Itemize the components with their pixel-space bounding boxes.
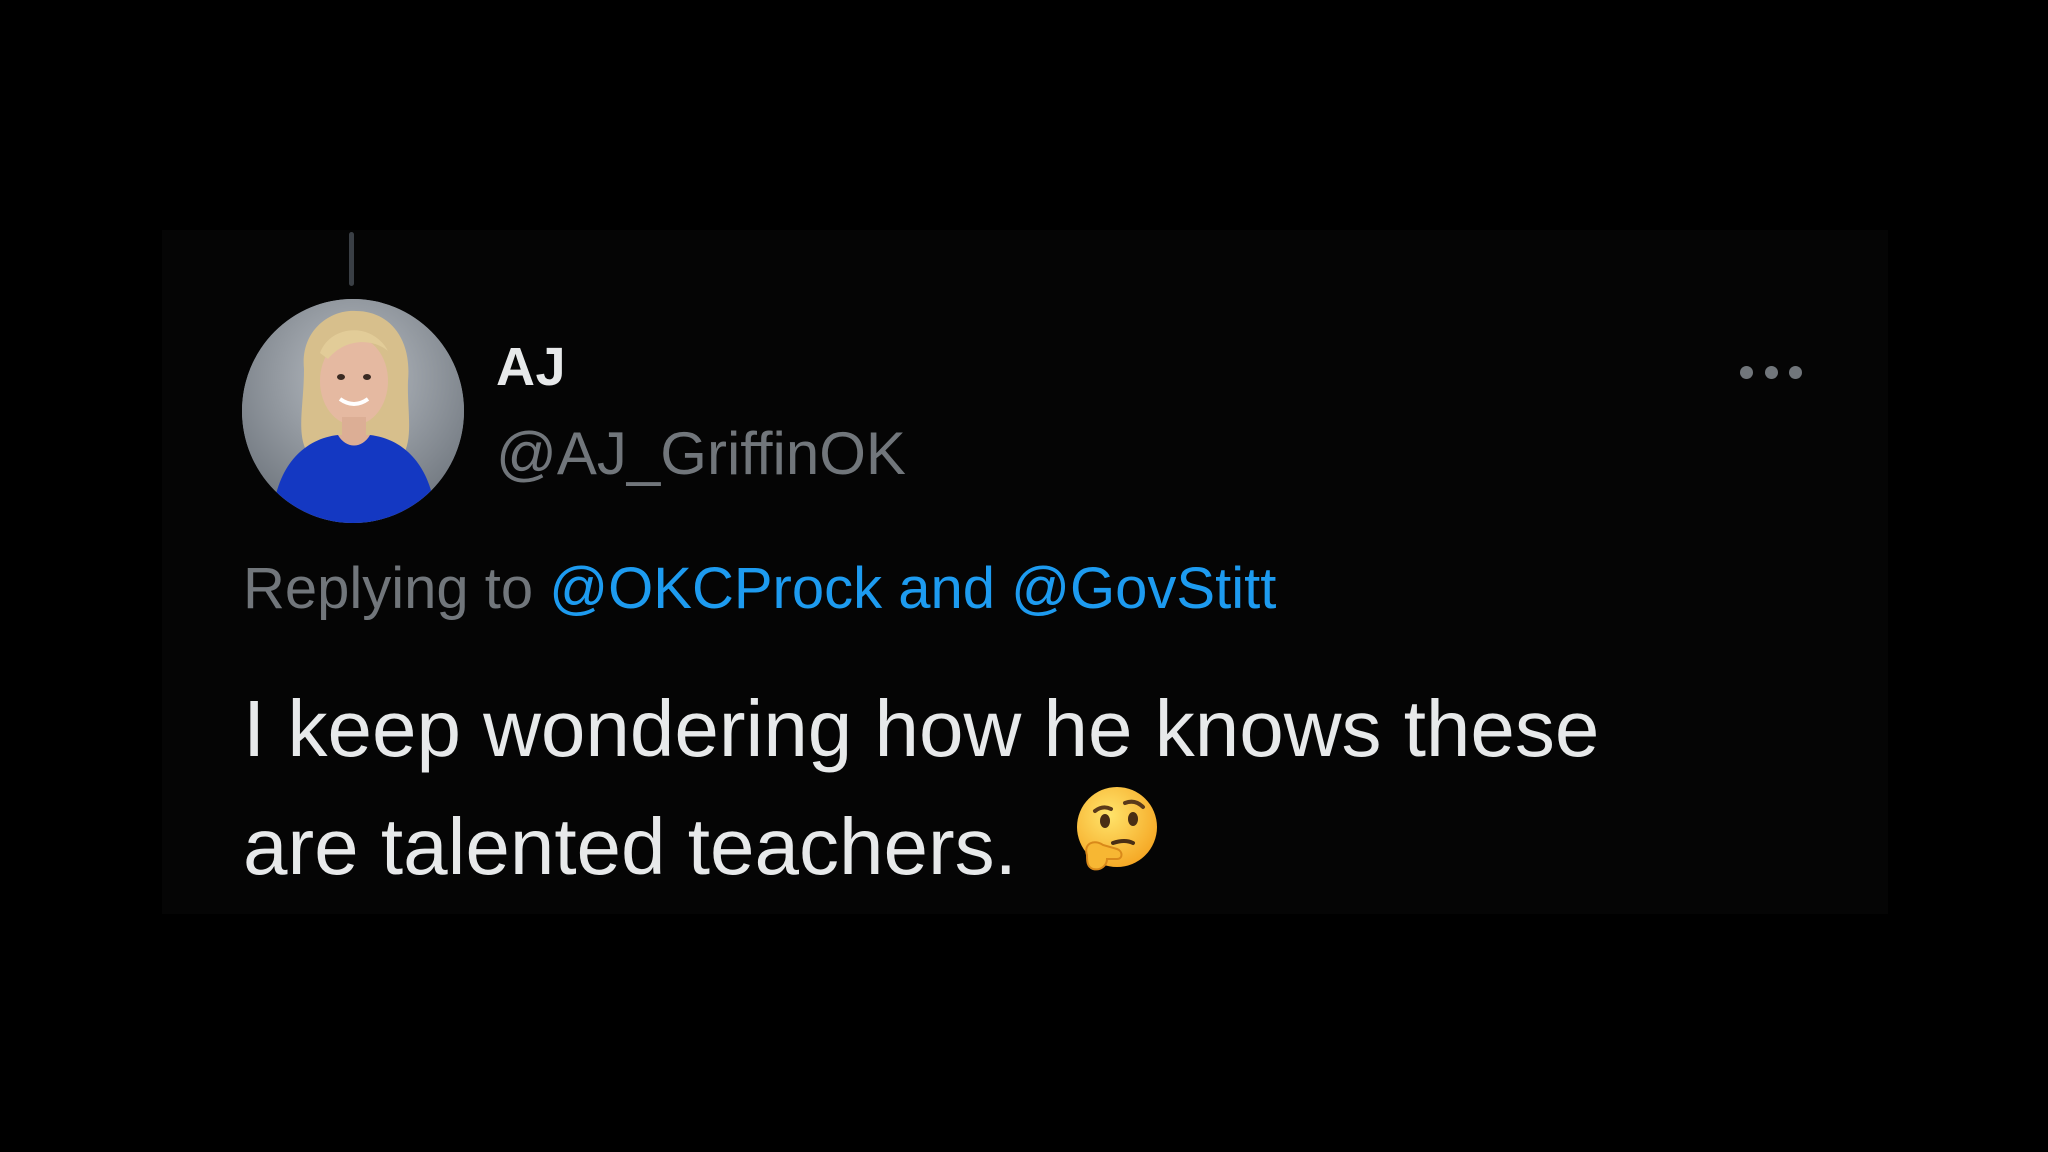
replying-prefix: Replying to — [243, 556, 534, 621]
replying-to-line: Replying to @OKCProck and @GovStitt — [243, 560, 1276, 618]
avatar[interactable] — [242, 299, 464, 523]
tweet-text-line: are talented teachers. — [243, 802, 1017, 891]
more-dot-icon — [1764, 365, 1778, 379]
more-dot-icon — [1740, 365, 1753, 379]
more-options-button[interactable] — [1740, 360, 1802, 384]
thinking-face-icon — [1073, 785, 1161, 905]
tweet-text-line: I keep wondering how he knows these — [243, 684, 1600, 773]
mention-govstitt[interactable]: @GovStitt — [1011, 556, 1276, 621]
thread-connector-line — [349, 232, 354, 286]
author-handle[interactable]: @AJ_GriffinOK — [496, 424, 906, 484]
tweet-body: I keep wondering how he knows these are … — [243, 670, 1823, 906]
tweet-text-line-2: are talented teachers. — [243, 785, 1823, 906]
profile-photo-icon — [242, 299, 464, 523]
mention-okcprock[interactable]: @OKCProck — [549, 556, 882, 621]
author-display-name[interactable]: AJ — [496, 340, 566, 394]
more-dot-icon — [1789, 365, 1802, 379]
mention-joiner[interactable]: and — [898, 556, 995, 621]
